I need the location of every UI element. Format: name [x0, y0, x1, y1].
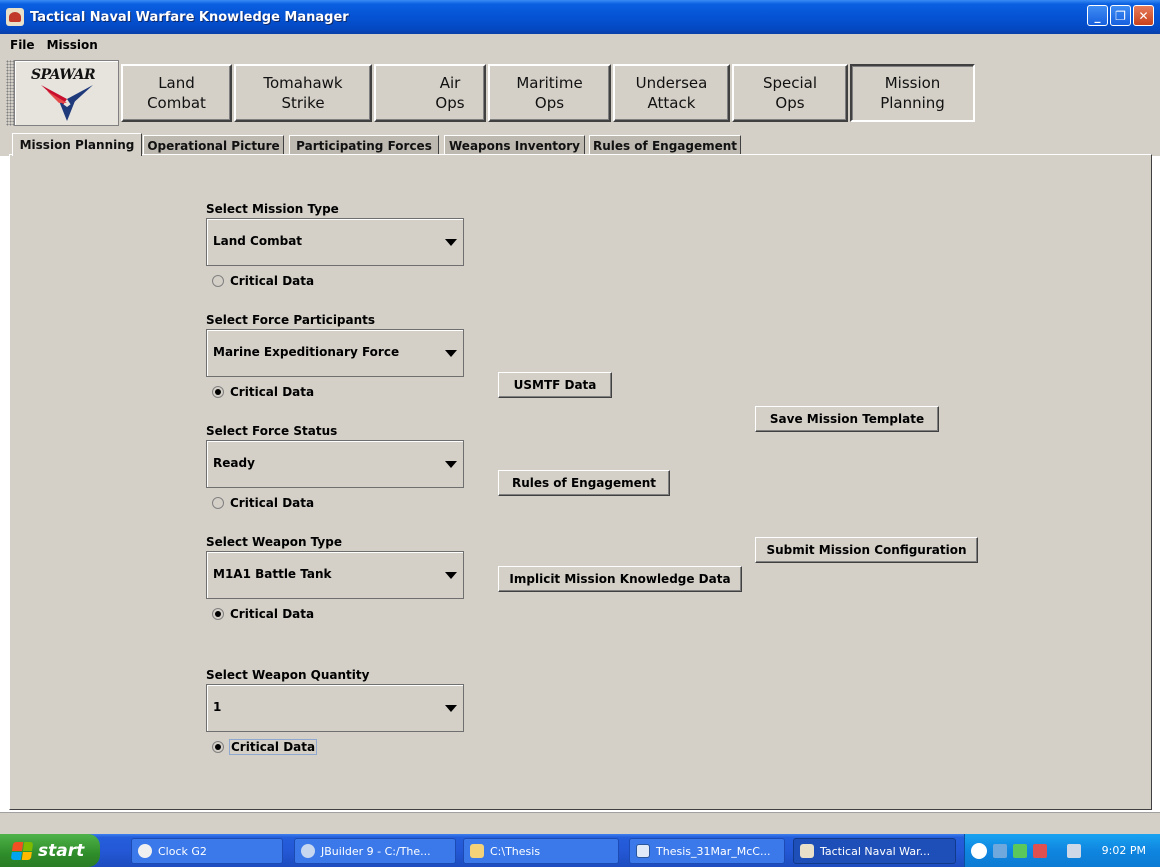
- tab-rules-of-engagement[interactable]: Rules of Engagement: [589, 135, 741, 156]
- force-participants-select[interactable]: Marine Expeditionary Force: [206, 329, 464, 377]
- display-icon[interactable]: [1067, 843, 1081, 858]
- word-document-icon: [636, 844, 650, 858]
- clock-icon: [138, 844, 152, 858]
- task-thesis-folder[interactable]: C:\Thesis: [463, 838, 619, 864]
- window-title: Tactical Naval Warfare Knowledge Manager: [30, 9, 349, 25]
- mission-planning-button[interactable]: Mission Planning: [850, 64, 975, 122]
- save-mission-template-button[interactable]: Save Mission Template: [755, 406, 939, 432]
- special-ops-button[interactable]: Special Ops: [732, 64, 848, 122]
- mission-planning-panel: Select Mission Type Land Combat Critical…: [9, 154, 1152, 810]
- monitor-icon[interactable]: [1013, 843, 1027, 858]
- task-label: Clock G2: [158, 844, 207, 858]
- implicit-mission-knowledge-button[interactable]: Implicit Mission Knowledge Data: [498, 566, 742, 592]
- menu-bar: File Mission: [0, 34, 1160, 56]
- weapon-quantity-value: 1: [213, 700, 222, 714]
- radio-icon[interactable]: [212, 275, 224, 287]
- mission-type-value: Land Combat: [213, 234, 303, 248]
- force-participants-value: Marine Expeditionary Force: [213, 345, 400, 359]
- spawar-logo: SPAWAR: [14, 60, 119, 126]
- radio-icon[interactable]: [212, 608, 224, 620]
- chevron-down-icon: [445, 705, 457, 712]
- force-participants-critical[interactable]: Critical Data: [212, 385, 314, 399]
- menu-mission[interactable]: Mission: [41, 38, 104, 52]
- weapon-quantity-select[interactable]: 1: [206, 684, 464, 732]
- chevron-down-icon: [445, 572, 457, 579]
- critical-label: Critical Data: [230, 274, 315, 288]
- start-button[interactable]: start: [0, 834, 100, 867]
- clock[interactable]: 9:02 PM: [1102, 844, 1146, 857]
- weapon-type-label: Select Weapon Type: [206, 535, 342, 549]
- windows-logo-icon: [10, 841, 34, 860]
- land-combat-button[interactable]: Land Combat: [121, 64, 232, 122]
- tomahawk-strike-button[interactable]: Tomahawk Strike: [234, 64, 372, 122]
- weapon-type-value: M1A1 Battle Tank: [213, 567, 332, 581]
- task-tactical-naval[interactable]: Tactical Naval War...: [793, 838, 956, 864]
- toolbar-grip[interactable]: [6, 60, 14, 126]
- force-status-label: Select Force Status: [206, 424, 338, 438]
- weapon-quantity-critical[interactable]: Critical Data: [212, 739, 318, 755]
- force-status-select[interactable]: Ready: [206, 440, 464, 488]
- folder-icon: [470, 844, 484, 858]
- tab-mission-planning[interactable]: Mission Planning: [12, 133, 142, 156]
- weapon-type-critical[interactable]: Critical Data: [212, 607, 314, 621]
- task-label: Tactical Naval War...: [820, 844, 931, 858]
- security-alert-icon[interactable]: [1033, 843, 1047, 858]
- task-jbuilder[interactable]: JBuilder 9 - C:/The...: [294, 838, 456, 864]
- chevron-down-icon: [445, 239, 457, 246]
- app-icon: [800, 844, 814, 858]
- menu-file[interactable]: File: [4, 38, 41, 52]
- app-icon: [6, 8, 24, 26]
- force-participants-label: Select Force Participants: [206, 313, 376, 327]
- jbuilder-icon: [301, 844, 315, 858]
- mission-type-critical[interactable]: Critical Data: [212, 274, 314, 288]
- tab-participating-forces[interactable]: Participating Forces: [289, 135, 439, 156]
- task-clock[interactable]: Clock G2: [131, 838, 283, 864]
- weapon-type-select[interactable]: M1A1 Battle Tank: [206, 551, 464, 599]
- critical-label: Critical Data: [230, 496, 315, 510]
- window-controls: _ ❐ ✕: [1087, 5, 1154, 26]
- critical-label: Critical Data: [230, 607, 315, 621]
- status-bar: [0, 812, 1160, 834]
- system-tray: 9:02 PM: [964, 834, 1160, 867]
- tab-operational-picture[interactable]: Operational Picture: [143, 135, 284, 156]
- title-bar[interactable]: Tactical Naval Warfare Knowledge Manager…: [0, 0, 1160, 34]
- force-status-value: Ready: [213, 456, 255, 470]
- start-label: start: [38, 840, 85, 861]
- restore-button[interactable]: ❐: [1110, 5, 1131, 26]
- radio-icon[interactable]: [212, 741, 224, 753]
- minimize-button[interactable]: _: [1087, 5, 1108, 26]
- logo-text: SPAWAR: [31, 67, 96, 83]
- usmtf-data-button[interactable]: USMTF Data: [498, 372, 612, 398]
- network-icon[interactable]: [993, 843, 1007, 858]
- force-status-critical[interactable]: Critical Data: [212, 496, 314, 510]
- rules-of-engagement-button[interactable]: Rules of Engagement: [498, 470, 670, 496]
- submit-mission-configuration-button[interactable]: Submit Mission Configuration: [755, 537, 978, 563]
- mission-type-label: Select Mission Type: [206, 202, 339, 216]
- chevron-down-icon: [445, 461, 457, 468]
- critical-label: Critical Data: [228, 739, 318, 755]
- radio-icon[interactable]: [212, 497, 224, 509]
- air-ops-button[interactable]: Air Ops: [374, 64, 486, 122]
- tab-strip: Mission Planning Operational Picture Par…: [0, 132, 1160, 156]
- close-button[interactable]: ✕: [1133, 5, 1154, 26]
- chevron-down-icon: [445, 350, 457, 357]
- tab-weapons-inventory[interactable]: Weapons Inventory: [444, 135, 585, 156]
- task-label: JBuilder 9 - C:/The...: [321, 844, 431, 858]
- mission-type-select[interactable]: Land Combat: [206, 218, 464, 266]
- undersea-attack-button[interactable]: Undersea Attack: [613, 64, 730, 122]
- task-thesis-document[interactable]: Thesis_31Mar_McC...: [629, 838, 785, 864]
- task-label: C:\Thesis: [490, 844, 541, 858]
- task-label: Thesis_31Mar_McC...: [656, 844, 771, 858]
- critical-label: Critical Data: [230, 385, 315, 399]
- radio-icon[interactable]: [212, 386, 224, 398]
- mission-toolbar: SPAWAR Land Combat Tomahawk Strike Air O…: [0, 56, 1160, 132]
- chevron-left-icon[interactable]: [971, 842, 987, 859]
- taskbar: start Clock G2 JBuilder 9 - C:/The... C:…: [0, 834, 1160, 867]
- weapon-quantity-label: Select Weapon Quantity: [206, 668, 370, 682]
- maritime-ops-button[interactable]: Maritime Ops: [488, 64, 611, 122]
- spawar-emblem-icon: [41, 85, 93, 121]
